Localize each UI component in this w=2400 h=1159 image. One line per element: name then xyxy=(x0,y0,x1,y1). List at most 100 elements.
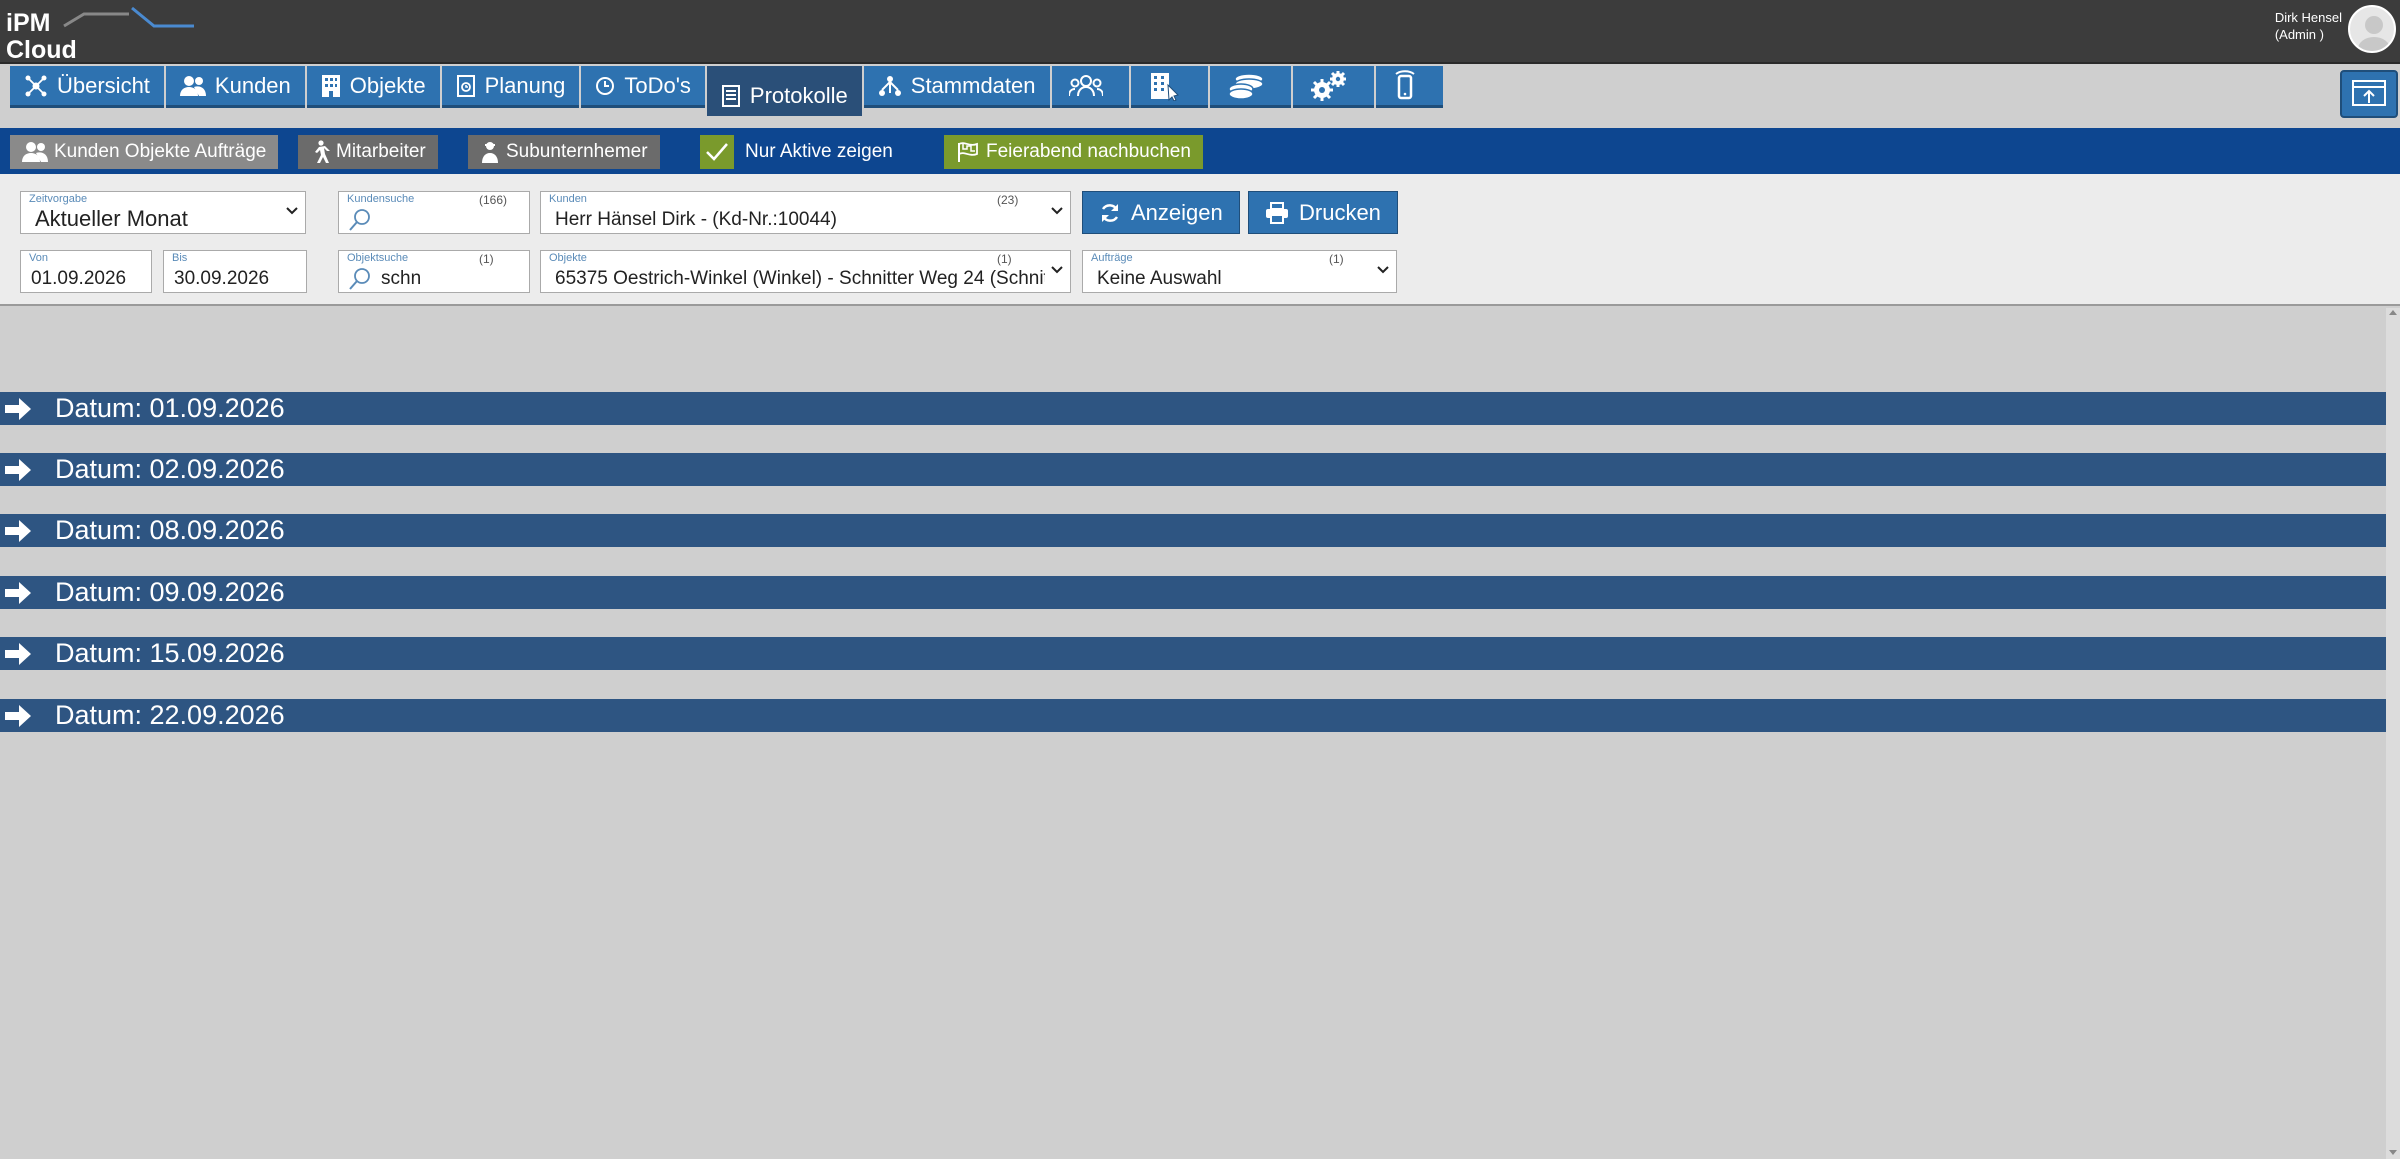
filter-bar: Kunden Objekte Aufträge Mitarbeiter Subu… xyxy=(0,128,2400,182)
date-row[interactable]: Datum: 08.09.2026 xyxy=(0,514,2386,547)
objekte-label: Objekte xyxy=(549,252,587,264)
arrow-right-icon xyxy=(5,397,31,420)
subunternehmer-label: Subunternhemer xyxy=(506,141,648,162)
contractor-icon xyxy=(482,142,498,163)
objektsuche-value: schn xyxy=(381,268,422,289)
window-export-icon xyxy=(2352,80,2386,106)
auftraege-value: Keine Auswahl xyxy=(1097,268,1222,289)
date-label: Datum: 01.09.2026 xyxy=(55,393,285,423)
gears-icon xyxy=(1310,70,1346,101)
mitarbeiter-button[interactable]: Mitarbeiter xyxy=(298,135,438,169)
kundensuche-count: (166) xyxy=(479,193,508,207)
main-nav-row: Übersicht Kunden Objekte Planung ToDo's … xyxy=(0,64,2400,128)
kundensuche-label: Kundensuche xyxy=(347,193,415,205)
chevron-down-icon xyxy=(286,207,298,215)
walking-person-icon xyxy=(315,140,330,163)
nav-gebaeude[interactable] xyxy=(1130,66,1208,108)
objekte-count: (1) xyxy=(997,252,1012,266)
nav-planung-label: Planung xyxy=(484,72,566,98)
nav-mitarbeiter-group[interactable] xyxy=(1051,66,1129,108)
kundensuche-input[interactable]: Kundensuche (166) xyxy=(338,191,530,234)
anzeigen-button[interactable]: Anzeigen xyxy=(1082,191,1240,234)
drucken-button[interactable]: Drucken xyxy=(1248,191,1398,234)
nav-objekte[interactable]: Objekte xyxy=(306,66,440,108)
nav-planung[interactable]: Planung xyxy=(441,66,580,108)
auftraege-count: (1) xyxy=(1329,252,1344,266)
kunden-objekte-auftraege-button[interactable]: Kunden Objekte Aufträge xyxy=(10,135,279,169)
date-row[interactable]: Datum: 09.09.2026 xyxy=(0,576,2386,609)
nav-einstellungen[interactable] xyxy=(1292,66,1374,108)
search-icon xyxy=(349,268,370,290)
user-info[interactable]: Dirk Hensel (Admin ) xyxy=(2275,9,2342,43)
nav-protokolle-label: Protokolle xyxy=(749,83,848,108)
feierabend-label: Feierabend nachbuchen xyxy=(986,141,1191,162)
nav-todos-label: ToDo's xyxy=(624,72,691,98)
group-icon xyxy=(1068,74,1103,96)
chevron-down-icon xyxy=(1051,207,1063,215)
checkmark-icon xyxy=(706,143,728,161)
users-icon xyxy=(22,142,48,162)
kunden-objekte-auftraege-label: Kunden Objekte Aufträge xyxy=(54,141,267,162)
zeitvorgabe-select[interactable]: Zeitvorgabe Aktueller Monat xyxy=(20,191,306,234)
nav-uebersicht[interactable]: Übersicht xyxy=(10,66,164,108)
user-role: (Admin ) xyxy=(2274,27,2324,42)
kunden-value: Herr Hänsel Dirk - (Kd-Nr.:10044) xyxy=(555,209,837,230)
arrow-right-icon xyxy=(5,581,31,604)
nav-protokolle[interactable]: Protokolle xyxy=(706,66,862,116)
von-label: Von xyxy=(29,252,48,264)
date-label: Datum: 15.09.2026 xyxy=(55,638,285,668)
nav-objekte-label: Objekte xyxy=(349,72,426,98)
nav-kunden[interactable]: Kunden xyxy=(165,66,305,108)
avatar[interactable] xyxy=(2348,5,2396,53)
users-icon xyxy=(179,75,206,96)
scroll-down-icon[interactable] xyxy=(2389,1150,2397,1155)
date-label: Datum: 08.09.2026 xyxy=(55,515,285,545)
nav-finanzen[interactable] xyxy=(1209,66,1291,108)
building-icon xyxy=(321,74,340,97)
auftraege-label: Aufträge xyxy=(1091,252,1133,264)
date-row[interactable]: Datum: 02.09.2026 xyxy=(0,453,2386,486)
checkered-flag-icon xyxy=(958,142,978,162)
bis-value: 30.09.2026 xyxy=(174,268,270,289)
coins-icon xyxy=(1227,72,1264,100)
objektsuche-count: (1) xyxy=(479,252,494,266)
feierabend-button[interactable]: Feierabend nachbuchen xyxy=(944,135,1203,169)
app-logo[interactable]: iPM Cloud xyxy=(4,6,194,64)
subunternehmer-button[interactable]: Subunternhemer xyxy=(468,135,660,169)
arrow-right-icon xyxy=(5,519,31,542)
search-icon xyxy=(349,209,370,231)
objektsuche-label: Objektsuche xyxy=(347,252,409,264)
nur-aktive-checkbox[interactable] xyxy=(700,135,734,169)
date-label: Datum: 22.09.2026 xyxy=(55,700,285,730)
kunden-label: Kunden xyxy=(549,193,587,205)
buildings-icon xyxy=(1150,72,1179,101)
nav-mobile[interactable] xyxy=(1375,66,1443,108)
objekte-select[interactable]: Objekte (1) 65375 Oestrich-Winkel (Winke… xyxy=(540,250,1071,293)
scrollbar[interactable] xyxy=(2386,308,2400,1159)
bis-date-field[interactable]: Bis 30.09.2026 xyxy=(163,250,307,293)
zeitvorgabe-value: Aktueller Monat xyxy=(35,206,188,231)
main-nav: Übersicht Kunden Objekte Planung ToDo's … xyxy=(10,66,1445,116)
scroll-up-icon[interactable] xyxy=(2389,310,2397,315)
date-row[interactable]: Datum: 15.09.2026 xyxy=(0,637,2386,670)
date-row[interactable]: Datum: 22.09.2026 xyxy=(0,699,2386,732)
zeitvorgabe-label: Zeitvorgabe xyxy=(29,193,88,205)
sitemap-icon xyxy=(878,75,901,96)
logo-roof-icon xyxy=(63,6,194,28)
arrow-right-icon xyxy=(5,704,31,727)
user-avatar-icon xyxy=(2358,16,2390,51)
window-toggle-button[interactable] xyxy=(2340,70,2398,118)
bis-label: Bis xyxy=(172,252,188,264)
printer-icon xyxy=(1266,201,1288,224)
refresh-icon xyxy=(1101,203,1119,222)
arrow-right-icon xyxy=(5,642,31,665)
nav-stammdaten[interactable]: Stammdaten xyxy=(863,66,1050,108)
date-row[interactable]: Datum: 01.09.2026 xyxy=(0,392,2386,425)
kunden-select[interactable]: Kunden (23) Herr Hänsel Dirk - (Kd-Nr.:1… xyxy=(540,191,1071,234)
von-date-field[interactable]: Von 01.09.2026 xyxy=(20,250,152,293)
objektsuche-input[interactable]: Objektsuche (1) schn xyxy=(338,250,530,293)
nav-todos[interactable]: ToDo's xyxy=(581,66,705,108)
auftraege-select[interactable]: Aufträge (1) Keine Auswahl xyxy=(1082,250,1397,293)
nav-kunden-label: Kunden xyxy=(214,72,291,98)
mobile-icon xyxy=(1394,69,1415,99)
